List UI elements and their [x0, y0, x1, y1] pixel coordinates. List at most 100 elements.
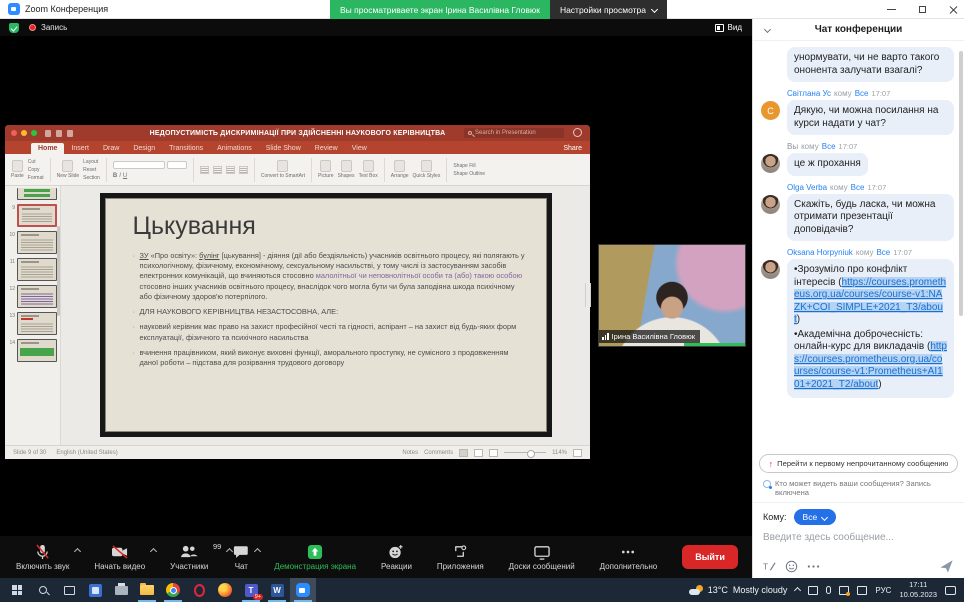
picture-button[interactable]: Picture	[318, 160, 334, 179]
minimize-button[interactable]	[887, 5, 896, 14]
taskbar-teams[interactable]: 9+	[238, 578, 264, 602]
arrange-button[interactable]: Arrange	[391, 160, 409, 179]
tab-draw[interactable]: Draw	[96, 143, 126, 155]
comments-button[interactable]: Comments	[424, 450, 453, 456]
video-drag-handle[interactable]	[585, 283, 591, 307]
slide-thumbnail-panel[interactable]: 9 10 11 12 13 14	[5, 186, 61, 445]
tab-transitions[interactable]: Transitions	[162, 143, 210, 155]
video-options-caret[interactable]	[150, 547, 157, 554]
format-text-icon[interactable]: T	[763, 560, 776, 573]
taskbar-firefox[interactable]	[212, 578, 238, 602]
quick-styles-button[interactable]: Quick Styles	[413, 160, 441, 179]
taskbar-zoom[interactable]	[290, 578, 316, 602]
layout-button[interactable]: Layout	[83, 159, 100, 165]
fit-slide-button[interactable]	[573, 449, 582, 457]
notification-center-icon[interactable]	[945, 586, 956, 595]
tab-home[interactable]: Home	[31, 143, 64, 155]
thumbnail-slide-10[interactable]	[17, 231, 57, 254]
slideshow-button[interactable]	[489, 449, 498, 457]
chat-message-list[interactable]: унормувати, чи не варто такого ононента …	[753, 41, 964, 452]
format-painter-button[interactable]: Format	[28, 175, 44, 181]
more-button[interactable]: Дополнительно	[600, 544, 658, 571]
recording-icon[interactable]	[29, 24, 36, 31]
taskbar-app-scanner[interactable]	[82, 578, 108, 602]
font-select[interactable]	[113, 161, 165, 169]
view-settings-button[interactable]: Настройки просмотра	[550, 0, 667, 19]
notes-button[interactable]: Notes	[402, 450, 418, 456]
more-options-icon[interactable]	[807, 564, 820, 569]
copy-button[interactable]: Copy	[28, 167, 44, 173]
thumbnail-slide-8[interactable]	[17, 188, 57, 200]
paste-button[interactable]: Paste	[11, 160, 24, 179]
search-in-presentation[interactable]: Search in Presentation	[464, 128, 564, 138]
close-button[interactable]	[949, 5, 958, 14]
slide-editing-area[interactable]: Цькування ЗУ «Про освіту»: булінг [цькув…	[61, 186, 590, 445]
task-view-button[interactable]	[56, 578, 82, 602]
tray-network-icon[interactable]	[857, 586, 867, 595]
start-button[interactable]	[4, 578, 30, 602]
zoom-level[interactable]: 114%	[552, 450, 567, 456]
language-indicator[interactable]: РУС	[875, 586, 891, 595]
hidden-icons-caret[interactable]	[794, 586, 801, 593]
speaker-video-tile[interactable]: Ірина Василівна Гловюк	[598, 244, 746, 347]
taskbar-search-button[interactable]	[30, 578, 56, 602]
start-video-button[interactable]: Начать видео	[94, 544, 145, 571]
tab-view[interactable]: View	[345, 143, 374, 155]
taskbar-app-printer[interactable]	[108, 578, 134, 602]
shapes-button[interactable]: Shapes	[338, 160, 355, 179]
participants-options-caret[interactable]	[226, 547, 233, 554]
mic-options-caret[interactable]	[74, 547, 81, 554]
thumbnail-slide-11[interactable]	[17, 258, 57, 281]
share-button[interactable]: Share	[563, 145, 582, 152]
weather-widget[interactable]: 13°C Mostly cloudy	[689, 585, 788, 595]
thumbnail-scrollbar[interactable]	[57, 226, 60, 316]
font-size-select[interactable]	[167, 161, 187, 169]
tab-review[interactable]: Review	[308, 143, 345, 155]
slide-sorter-button[interactable]	[474, 449, 483, 457]
shape-outline-button[interactable]: Shape Outline	[453, 171, 485, 177]
taskbar-opera[interactable]	[186, 578, 212, 602]
taskbar-chrome[interactable]	[160, 578, 186, 602]
jump-to-unread-button[interactable]: ↑ Перейти к первому непрочитанному сообщ…	[759, 454, 958, 473]
thumbnail-slide-12[interactable]	[17, 285, 57, 308]
convert-smartart-button[interactable]: Convert to SmartArt	[261, 160, 305, 179]
section-button[interactable]: Section	[83, 175, 100, 181]
tab-design[interactable]: Design	[126, 143, 162, 155]
maximize-button[interactable]	[918, 5, 927, 14]
reset-button[interactable]: Reset	[83, 167, 100, 173]
tray-display-icon[interactable]	[808, 586, 818, 595]
whiteboards-button[interactable]: Доски сообщений	[509, 544, 575, 571]
taskbar-file-explorer[interactable]	[134, 578, 160, 602]
language-indicator[interactable]: English (United States)	[56, 450, 117, 456]
normal-view-button[interactable]	[459, 449, 468, 457]
thumbnail-slide-9[interactable]	[17, 204, 57, 227]
slide-canvas[interactable]: Цькування ЗУ «Про освіту»: булінг [цькув…	[100, 193, 552, 437]
tray-cast-icon[interactable]	[839, 586, 849, 595]
chat-scrollbar[interactable]	[959, 51, 963, 316]
thumbnail-slide-14[interactable]	[17, 339, 57, 362]
feedback-smiley-icon[interactable]	[573, 128, 582, 137]
zoom-slider[interactable]	[504, 452, 546, 453]
send-icon[interactable]	[939, 559, 954, 574]
font-format-buttons[interactable]: BIU	[113, 173, 187, 179]
apps-button[interactable]: Приложения	[437, 544, 484, 571]
text-box-button[interactable]: Text Box	[359, 160, 378, 179]
reactions-button[interactable]: Реакции	[381, 544, 412, 571]
security-shield-icon[interactable]	[9, 23, 19, 33]
paragraph-group[interactable]	[200, 156, 248, 184]
shape-fill-button[interactable]: Shape Fill	[453, 163, 485, 169]
thumbnail-slide-13[interactable]	[17, 312, 57, 335]
cut-button[interactable]: Cut	[28, 159, 44, 165]
taskbar-clock[interactable]: 17:11 10.05.2023	[899, 580, 937, 600]
share-screen-button[interactable]: Демонстрация экрана	[274, 544, 356, 571]
privacy-note[interactable]: Кто может видеть ваши сообщения? Запись …	[753, 479, 964, 502]
tray-microphone-icon[interactable]	[826, 586, 831, 594]
chat-options-caret[interactable]	[254, 547, 261, 554]
recipient-select[interactable]: Все	[794, 509, 837, 525]
participants-button[interactable]: Участники 99	[170, 544, 208, 571]
chat-button[interactable]: Чат	[233, 544, 249, 571]
view-button[interactable]: Вид	[715, 23, 742, 32]
message-input[interactable]: Введите здесь сообщение...	[763, 532, 954, 543]
tab-slideshow[interactable]: Slide Show	[259, 143, 308, 155]
tab-insert[interactable]: Insert	[64, 143, 96, 155]
